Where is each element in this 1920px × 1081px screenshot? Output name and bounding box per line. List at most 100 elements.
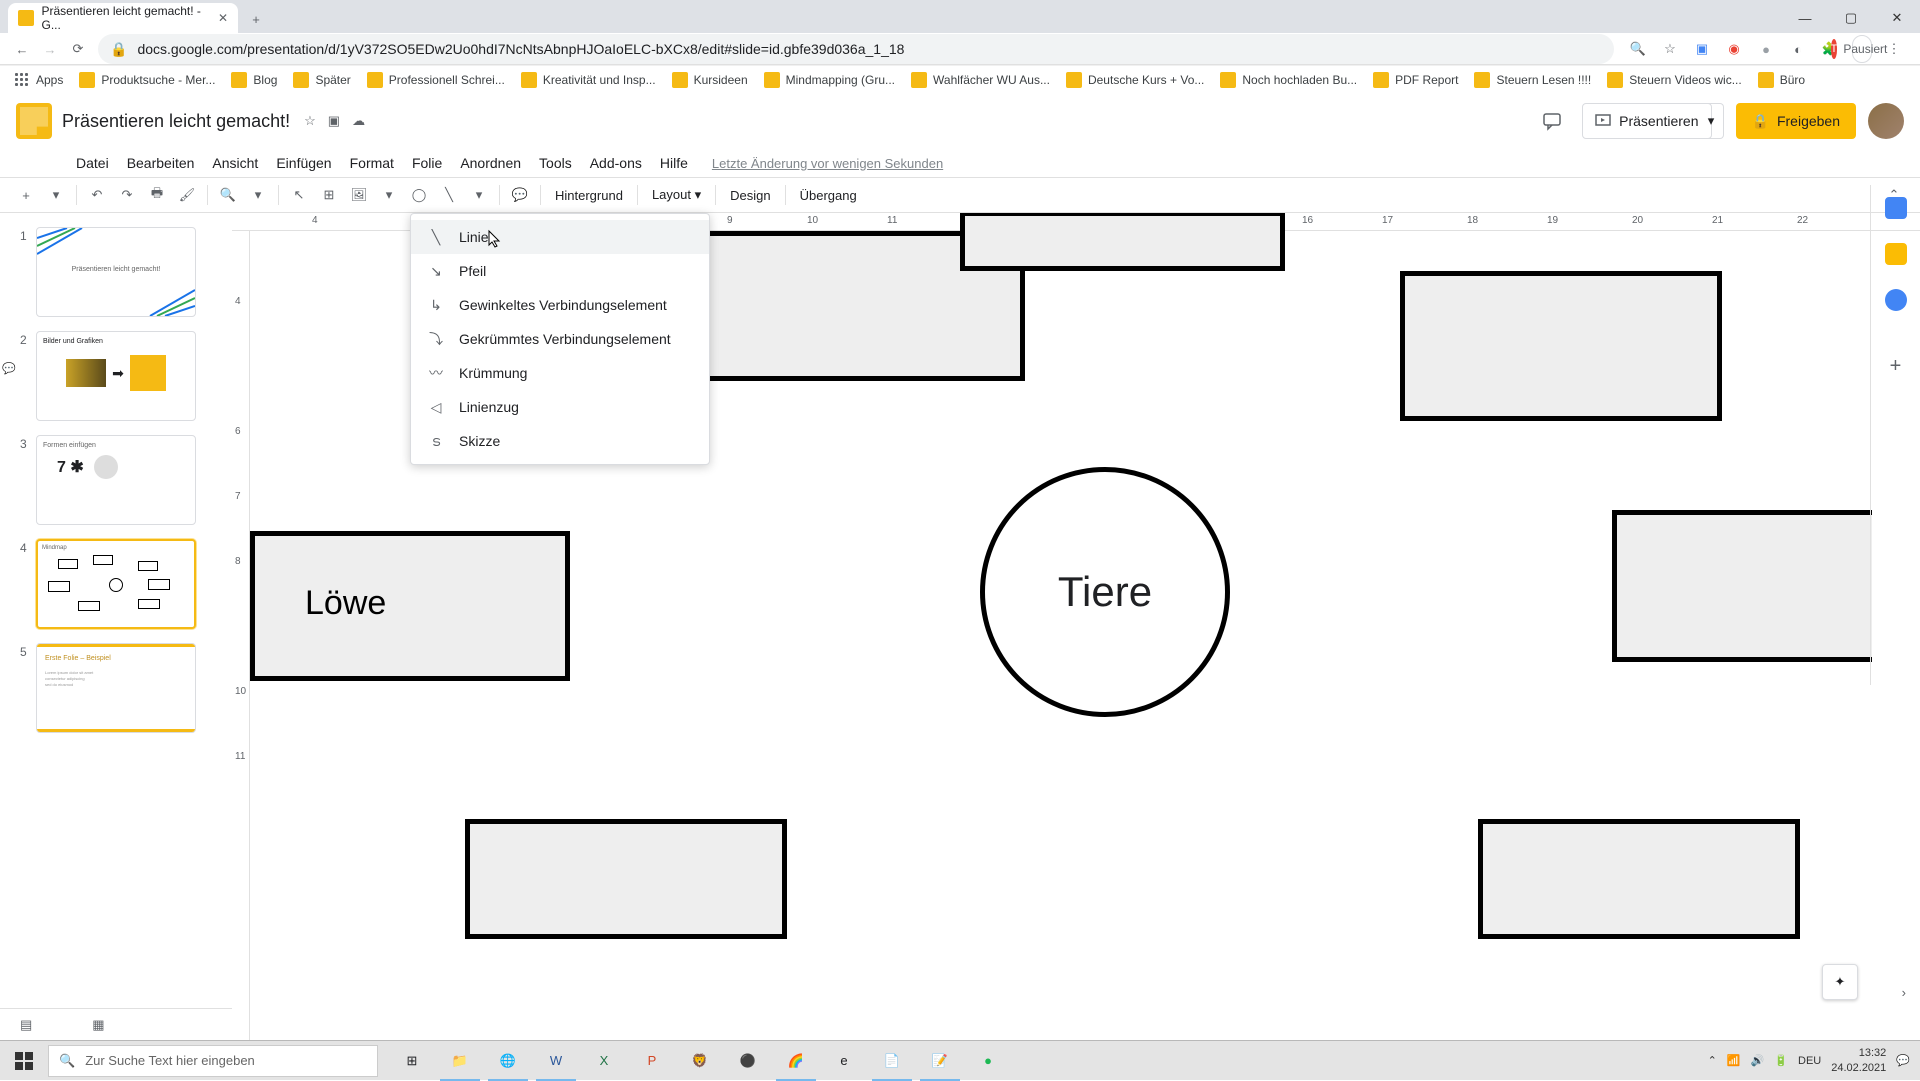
canvas-circle-tiere[interactable]: Tiere (980, 467, 1230, 717)
image-dropdown[interactable]: ▾ (375, 181, 403, 209)
minimize-button[interactable]: ― (1782, 3, 1828, 33)
print-button[interactable]: 🖶 (143, 181, 171, 209)
shape-tool[interactable]: ◯ (405, 181, 433, 209)
design-button[interactable]: Design (722, 188, 778, 203)
notepad-icon[interactable]: 📝 (916, 1041, 964, 1081)
side-panel-toggle[interactable]: › (1902, 985, 1906, 1000)
menu-bearbeiten[interactable]: Bearbeiten (119, 151, 203, 175)
app-icon[interactable]: 📄 (868, 1041, 916, 1081)
chrome-icon[interactable]: 🌈 (772, 1041, 820, 1081)
tasks-icon[interactable] (1885, 289, 1907, 311)
tray-expand-icon[interactable]: ⌃ (1708, 1054, 1717, 1067)
slide-thumb-5[interactable]: 5 Erste Folie – Beispiel Lorem ipsum dol… (0, 639, 232, 743)
menu-datei[interactable]: Datei (68, 151, 117, 175)
reload-button[interactable]: ⟳ (64, 35, 92, 63)
menu-addons[interactable]: Add-ons (582, 151, 650, 175)
menu-hilfe[interactable]: Hilfe (652, 151, 696, 175)
url-field[interactable]: 🔒 docs.google.com/presentation/d/1yV372S… (98, 34, 1614, 64)
bookmark-item[interactable]: Professionell Schrei... (361, 68, 511, 92)
transition-button[interactable]: Übergang (792, 188, 865, 203)
dropdown-curved[interactable]: ⤵Gekrümmtes Verbindungselement (411, 322, 709, 356)
browser-tab[interactable]: Präsentieren leicht gemacht! - G... ✕ (8, 3, 238, 33)
taskbar-search[interactable]: 🔍 Zur Suche Text hier eingeben (48, 1045, 378, 1077)
keep-icon[interactable] (1885, 243, 1907, 265)
dropdown-polyline[interactable]: ◁Linienzug (411, 390, 709, 424)
forward-button[interactable]: → (36, 35, 64, 63)
profile-paused[interactable]: T Pausiert (1852, 35, 1872, 63)
edge-icon[interactable]: 🌐 (484, 1041, 532, 1081)
bookmark-item[interactable]: Deutsche Kurs + Vo... (1060, 68, 1210, 92)
user-avatar[interactable] (1868, 103, 1904, 139)
bookmark-item[interactable]: Büro (1752, 68, 1811, 92)
bookmark-item[interactable]: Wahlfächer WU Aus... (905, 68, 1056, 92)
canvas-rect[interactable] (960, 213, 1285, 271)
bookmark-apps[interactable]: Apps (8, 68, 69, 92)
zoom-icon[interactable]: 🔍 (1628, 39, 1648, 59)
ext-icon-2[interactable]: ◉ (1724, 39, 1744, 59)
ext-icon-4[interactable]: ◐ (1788, 39, 1808, 59)
calendar-icon[interactable] (1885, 197, 1907, 219)
canvas-rect[interactable] (465, 819, 787, 939)
move-doc-icon[interactable]: ▣ (328, 113, 340, 129)
back-button[interactable]: ← (8, 35, 36, 63)
menu-tools[interactable]: Tools (531, 151, 580, 175)
bookmark-item[interactable]: Kreativität und Insp... (515, 68, 662, 92)
bookmark-item[interactable]: Später (287, 68, 356, 92)
menu-folie[interactable]: Folie (404, 151, 450, 175)
close-window-button[interactable]: ✕ (1874, 3, 1920, 33)
zoom-dropdown[interactable]: ▾ (244, 181, 272, 209)
menu-anordnen[interactable]: Anordnen (452, 151, 529, 175)
bookmark-item[interactable]: Mindmapping (Gru... (758, 68, 901, 92)
new-slide-button[interactable]: + (12, 181, 40, 209)
slide-thumb-4[interactable]: 4 Mindmap (0, 535, 232, 639)
select-tool[interactable]: ↖ (285, 181, 313, 209)
close-tab-icon[interactable]: ✕ (218, 11, 228, 25)
explorer-icon[interactable]: 📁 (436, 1041, 484, 1081)
dropdown-elbow[interactable]: ↳Gewinkeltes Verbindungselement (411, 288, 709, 322)
share-button[interactable]: 🔒 Freigeben (1736, 103, 1856, 139)
paint-format-button[interactable]: 🖌 (173, 181, 201, 209)
bookmark-item[interactable]: PDF Report (1367, 68, 1464, 92)
dropdown-linie[interactable]: ╲Linie (411, 220, 709, 254)
slide-thumb-2[interactable]: 2 💬 Bilder und Grafiken ➡ (0, 327, 232, 431)
menu-format[interactable]: Format (342, 151, 402, 175)
menu-ansicht[interactable]: Ansicht (204, 151, 266, 175)
layout-button[interactable]: Layout ▾ (644, 187, 709, 203)
menu-einfuegen[interactable]: Einfügen (268, 151, 339, 175)
start-button[interactable] (0, 1041, 48, 1081)
textbox-tool[interactable]: ⊞ (315, 181, 343, 209)
document-title[interactable]: Präsentieren leicht gemacht! (62, 111, 290, 132)
menu-icon[interactable]: ⋮ (1884, 39, 1904, 59)
image-tool[interactable]: 🖼 (345, 181, 373, 209)
line-tool[interactable]: ╲ (435, 181, 463, 209)
canvas-rect[interactable] (1400, 271, 1722, 421)
dropdown-curve[interactable]: 〰Krümmung (411, 356, 709, 390)
bookmark-item[interactable]: Produktsuche - Mer... (73, 68, 221, 92)
new-slide-dropdown[interactable]: ▾ (42, 181, 70, 209)
word-icon[interactable]: W (532, 1041, 580, 1081)
slides-logo[interactable] (16, 103, 52, 139)
star-doc-icon[interactable]: ☆ (304, 113, 316, 129)
brave-icon[interactable]: 🦁 (676, 1041, 724, 1081)
bookmark-item[interactable]: Blog (225, 68, 283, 92)
powerpoint-icon[interactable]: P (628, 1041, 676, 1081)
wifi-icon[interactable]: 📶 (1727, 1054, 1741, 1067)
new-tab-button[interactable]: + (242, 5, 270, 33)
ext-icon-3[interactable]: ● (1756, 39, 1776, 59)
language-indicator[interactable]: DEU (1798, 1055, 1821, 1067)
bookmark-item[interactable]: Kursideen (666, 68, 754, 92)
clock[interactable]: 13:32 24.02.2021 (1831, 1046, 1886, 1075)
spotify-icon[interactable]: ● (964, 1041, 1012, 1081)
present-dropdown[interactable]: ▾ (1700, 103, 1724, 139)
bookmark-item[interactable]: Steuern Videos wic... (1601, 68, 1748, 92)
task-view-icon[interactable]: ⊞ (388, 1041, 436, 1081)
present-button[interactable]: Präsentieren (1582, 103, 1711, 139)
battery-icon[interactable]: 🔋 (1774, 1054, 1788, 1067)
notifications-icon[interactable]: 💬 (1896, 1054, 1910, 1067)
dropdown-pfeil[interactable]: ↘Pfeil (411, 254, 709, 288)
cloud-status-icon[interactable]: ☁ (352, 113, 365, 129)
background-button[interactable]: Hintergrund (547, 188, 631, 203)
canvas-rect[interactable] (1478, 819, 1800, 939)
vertical-ruler[interactable]: 46781011 (232, 231, 250, 1080)
bookmark-item[interactable]: Noch hochladen Bu... (1214, 68, 1363, 92)
